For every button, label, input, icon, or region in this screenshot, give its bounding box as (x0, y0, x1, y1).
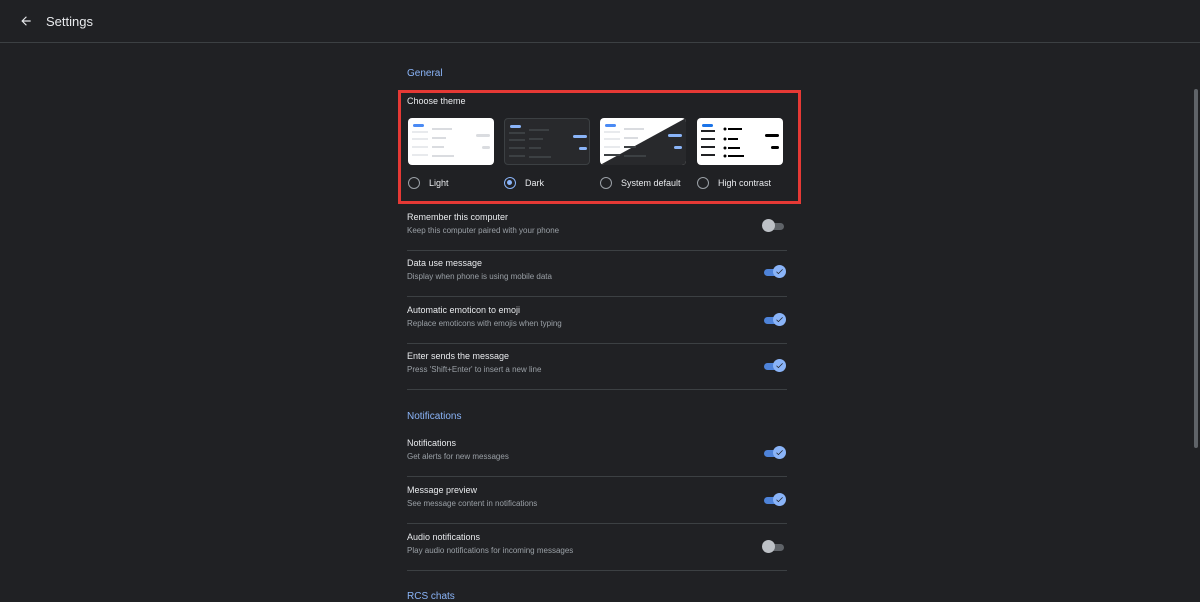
setting-title: Remember this computer (407, 212, 509, 222)
setting-description: Replace emoticons with emojis when typin… (407, 319, 562, 328)
check-icon (776, 269, 783, 275)
theme-option-light[interactable]: Light (408, 177, 449, 189)
setting-title: Message preview (407, 485, 478, 495)
radio-light[interactable] (408, 177, 420, 189)
setting-title: Data use message (407, 258, 483, 268)
radio-label-dark: Dark (525, 178, 545, 188)
setting-title: Enter sends the message (407, 351, 510, 361)
check-icon (776, 450, 783, 456)
check-icon (776, 317, 783, 323)
setting-description: See message content in notifications (407, 499, 538, 508)
section-title-rcs-chats: RCS chats (407, 591, 455, 602)
setting-description: Play audio notifications for incoming me… (407, 546, 574, 555)
setting-message-preview[interactable]: Message preview See message content in n… (407, 478, 787, 524)
toggle-message-preview[interactable] (762, 493, 786, 507)
setting-title: Notifications (407, 438, 457, 448)
scrollbar[interactable] (1192, 43, 1200, 600)
toggle-emoticon-to-emoji[interactable] (762, 313, 786, 327)
setting-description: Keep this computer paired with your phon… (407, 226, 560, 235)
top-bar: Settings (0, 0, 1200, 43)
toggle-data-use-message[interactable] (762, 265, 786, 279)
radio-high-contrast[interactable] (697, 177, 709, 189)
radio-system-default[interactable] (600, 177, 612, 189)
theme-option-system-default[interactable]: System default (600, 177, 681, 189)
setting-description: Get alerts for new messages (407, 452, 509, 461)
choose-theme-label: Choose theme (407, 96, 466, 106)
radio-label-light: Light (429, 178, 449, 188)
section-title-general: General (407, 68, 443, 79)
setting-audio-notifications[interactable]: Audio notifications Play audio notificat… (407, 525, 787, 571)
setting-emoticon-to-emoji[interactable]: Automatic emoticon to emoji Replace emot… (407, 298, 787, 344)
setting-notifications[interactable]: Notifications Get alerts for new message… (407, 431, 787, 477)
theme-preview-high-contrast[interactable] (697, 118, 783, 165)
theme-preview-system-default[interactable] (600, 118, 686, 165)
toggle-audio-notifications[interactable] (762, 540, 786, 554)
radio-label-system-default: System default (621, 178, 681, 188)
toggle-remember-computer[interactable] (762, 219, 786, 233)
radio-dark[interactable] (504, 177, 516, 189)
radio-label-high-contrast: High contrast (718, 178, 772, 188)
setting-title: Audio notifications (407, 532, 481, 542)
theme-preview-light[interactable] (408, 118, 494, 165)
arrow-back-icon (21, 16, 31, 26)
setting-enter-sends[interactable]: Enter sends the message Press 'Shift+Ent… (407, 344, 787, 390)
back-button[interactable] (14, 9, 38, 33)
setting-data-use-message[interactable]: Data use message Display when phone is u… (407, 251, 787, 297)
setting-description: Display when phone is using mobile data (407, 272, 552, 281)
setting-remember-computer[interactable]: Remember this computer Keep this compute… (407, 205, 787, 251)
theme-option-dark[interactable]: Dark (504, 177, 544, 189)
section-title-notifications: Notifications (407, 411, 462, 422)
check-icon (776, 363, 783, 369)
toggle-notifications[interactable] (762, 446, 786, 460)
scrollbar-thumb[interactable] (1194, 89, 1198, 448)
setting-title: Automatic emoticon to emoji (407, 305, 521, 315)
page-title: Settings (46, 13, 93, 29)
check-icon (776, 497, 783, 503)
theme-preview-dark[interactable] (504, 118, 590, 165)
toggle-enter-sends[interactable] (762, 359, 786, 373)
setting-description: Press 'Shift+Enter' to insert a new line (407, 365, 542, 374)
theme-option-high-contrast[interactable]: High contrast (697, 177, 771, 189)
